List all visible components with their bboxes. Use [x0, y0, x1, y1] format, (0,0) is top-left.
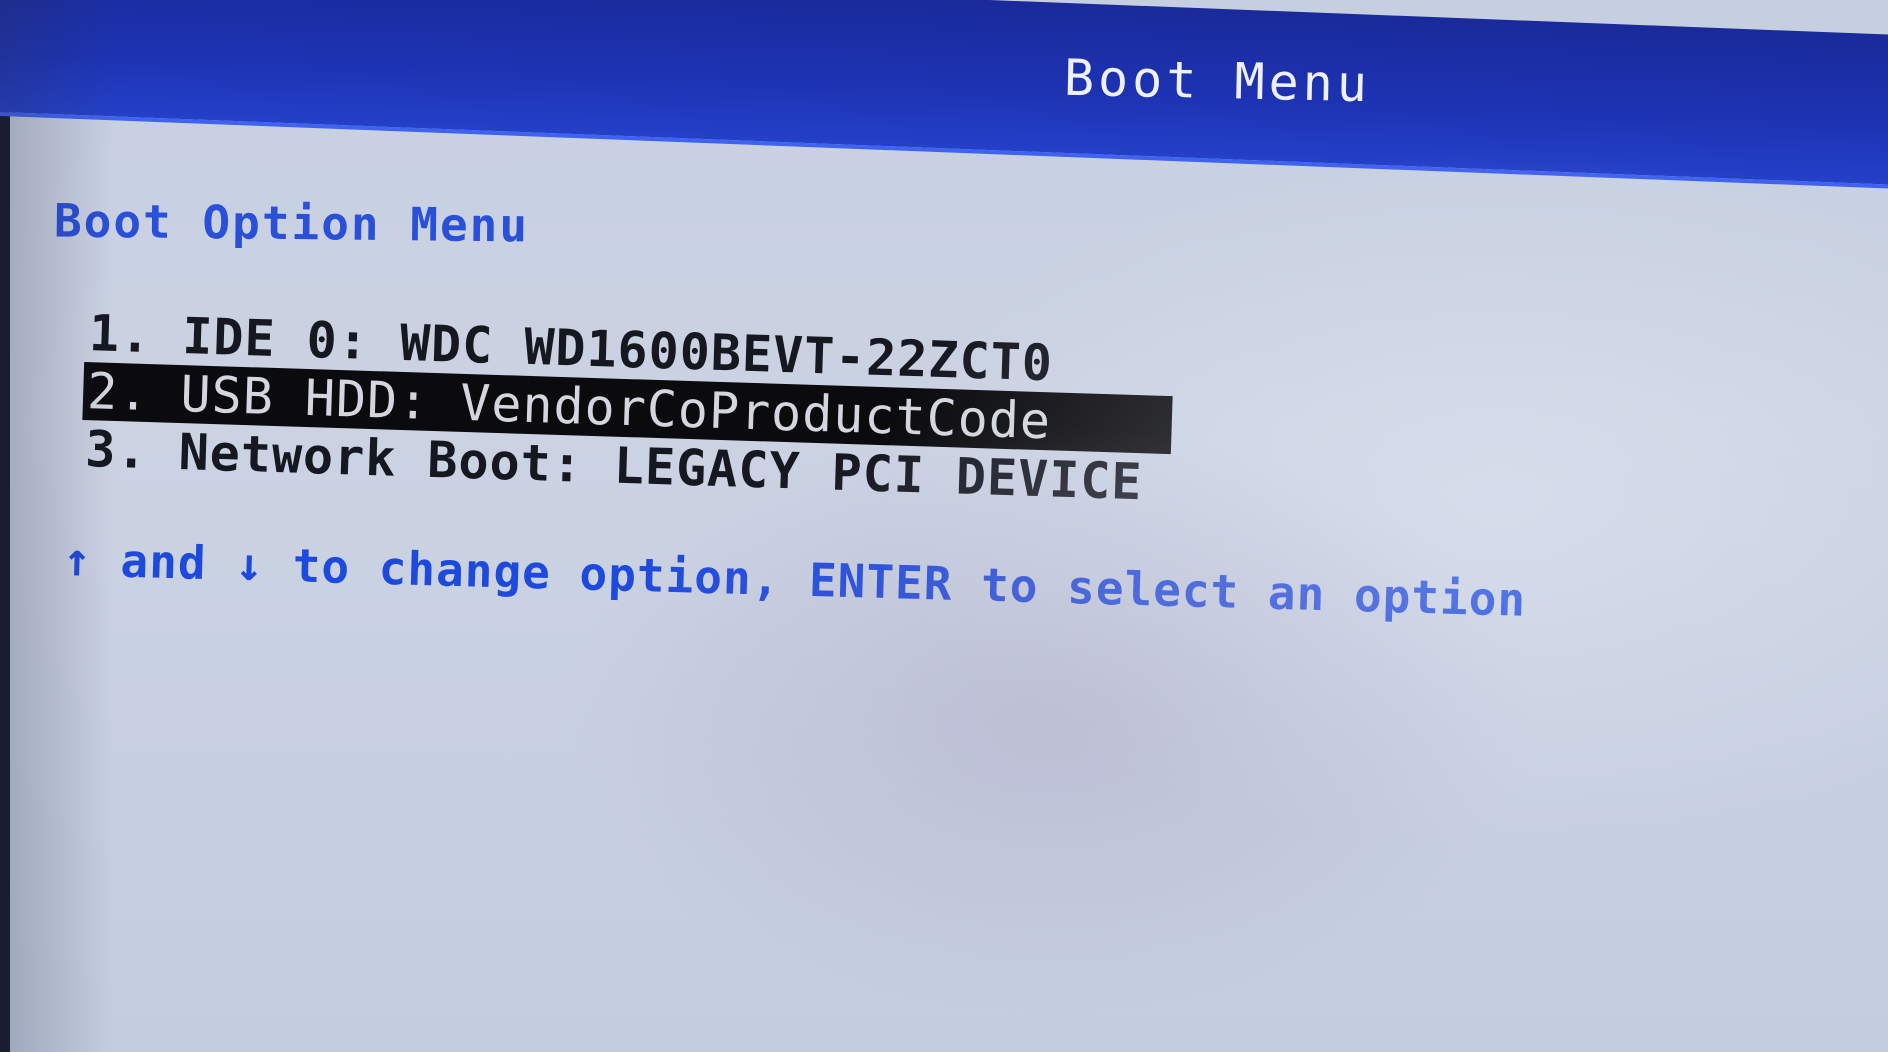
- option-index: 1.: [88, 304, 153, 365]
- menu-heading: Boot Option Menu: [53, 193, 530, 253]
- bios-screen: Boot Menu Boot Option Menu 1. IDE 0: WDC…: [0, 0, 1888, 1052]
- option-index: 3.: [84, 420, 149, 480]
- boot-options-list: 1. IDE 0: WDC WD1600BEVT-22ZCT0 2. USB H…: [81, 304, 1175, 512]
- monitor-bezel: [0, 0, 10, 1052]
- option-index: 2.: [86, 362, 151, 423]
- down-arrow-icon: ↓: [234, 536, 265, 592]
- help-and: and: [119, 533, 208, 590]
- title-bar: [0, 0, 1888, 189]
- window-title: Boot Menu: [1063, 48, 1372, 114]
- up-arrow-icon: ↑: [62, 532, 93, 587]
- help-instructions: to change option, ENTER to select an opt…: [292, 538, 1527, 627]
- help-text: ↑ and ↓ to change option, ENTER to selec…: [62, 532, 1526, 627]
